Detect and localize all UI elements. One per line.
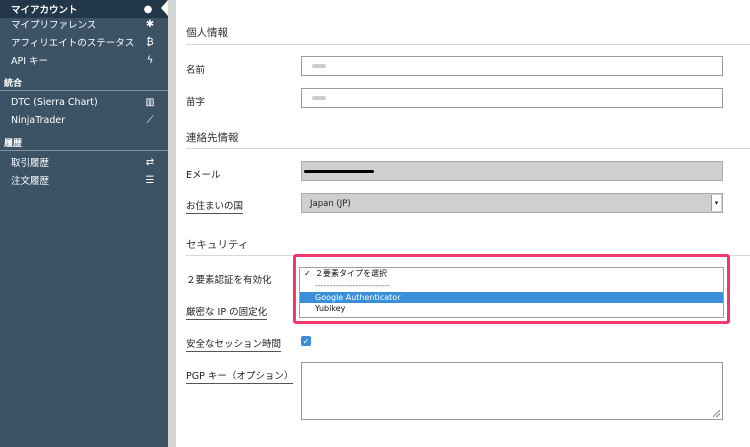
- sidebar: マイアカウント ● マイプリファレンス ✱ アフィリエイトのステータス ₿ AP…: [0, 0, 168, 447]
- email-label: Eメール: [186, 170, 221, 181]
- sidebar-item-label: 注文履歴: [11, 176, 50, 187]
- pgp-key-textarea[interactable]: [301, 362, 723, 420]
- list-icon: ☰: [145, 174, 155, 186]
- secure-session-label: 安全なセッション時間: [186, 336, 282, 352]
- resize-handle-icon[interactable]: [713, 410, 720, 417]
- country-select[interactable]: Japan (JP) ▾: [301, 193, 723, 213]
- sidebar-section-integration: 統合: [0, 74, 168, 91]
- annotation-highlight-box: [293, 254, 730, 324]
- country-value: Japan (JP): [310, 199, 351, 209]
- sidebar-item-label: 取引履歴: [11, 158, 50, 169]
- last-name-label: 苗字: [186, 97, 206, 108]
- personal-info-heading: 個人情報: [186, 27, 228, 39]
- sidebar-item-trade-history[interactable]: 取引履歴 ⇄: [0, 153, 168, 171]
- bar-chart-icon: ▥: [145, 96, 155, 108]
- sidebar-section-history: 履歴: [0, 134, 168, 151]
- twofa-label: ２要素認証を有効化: [186, 275, 272, 286]
- line-chart-icon: ⟋: [146, 114, 154, 126]
- sidebar-item-order-history[interactable]: 注文履歴 ☰: [0, 171, 168, 189]
- exchange-icon: ⇄: [145, 156, 155, 168]
- sidebar-item-label: マイアカウント: [11, 5, 78, 16]
- redacted-value: [312, 64, 326, 68]
- sidebar-item-label: API キー: [11, 56, 49, 67]
- sidebar-item-affiliate[interactable]: アフィリエイトのステータス ₿: [0, 33, 168, 51]
- redacted-email: [304, 170, 374, 173]
- first-name-field[interactable]: [301, 56, 723, 76]
- last-name-field[interactable]: [301, 88, 723, 108]
- sidebar-item-ninjatrader[interactable]: NinjaTrader ⟋: [0, 111, 168, 129]
- sidebar-item-label: マイプリファレンス: [11, 20, 97, 31]
- sidebar-item-preferences[interactable]: マイプリファレンス ✱: [0, 15, 168, 33]
- bolt-icon: ϟ: [146, 54, 154, 66]
- pgp-key-label: PGP キー（オプション）: [186, 368, 294, 384]
- security-heading: セキュリティ: [186, 239, 249, 251]
- gear-icon: ✱: [145, 18, 155, 30]
- first-name-label: 名前: [186, 65, 206, 76]
- active-caret-icon: [161, 0, 168, 16]
- sidebar-item-label: アフィリエイトのステータス: [11, 38, 135, 49]
- redacted-value: [312, 96, 326, 100]
- strict-ip-label: 厳密な IP の固定化: [186, 304, 268, 320]
- chevron-down-icon[interactable]: ▾: [711, 195, 721, 211]
- sidebar-item-label: DTC (Sierra Chart): [11, 96, 98, 108]
- user-icon: ●: [143, 3, 153, 15]
- sidebar-item-label: NinjaTrader: [11, 114, 66, 126]
- contact-info-heading: 連絡先情報: [186, 132, 239, 144]
- sidebar-item-api-keys[interactable]: API キー ϟ: [0, 51, 168, 69]
- divider: [186, 148, 750, 149]
- country-label: お住まいの国: [186, 198, 244, 214]
- sidebar-item-dtc[interactable]: DTC (Sierra Chart) ▥: [0, 93, 168, 111]
- divider: [186, 44, 750, 45]
- secure-session-checkbox[interactable]: ✓: [301, 336, 311, 346]
- bitcoin-icon: ₿: [146, 36, 154, 48]
- main-content: 個人情報 名前 苗字 連絡先情報 Eメール お住まいの国 Japan (JP) …: [176, 0, 750, 447]
- email-field: [301, 161, 723, 181]
- sidebar-divider: [168, 0, 176, 447]
